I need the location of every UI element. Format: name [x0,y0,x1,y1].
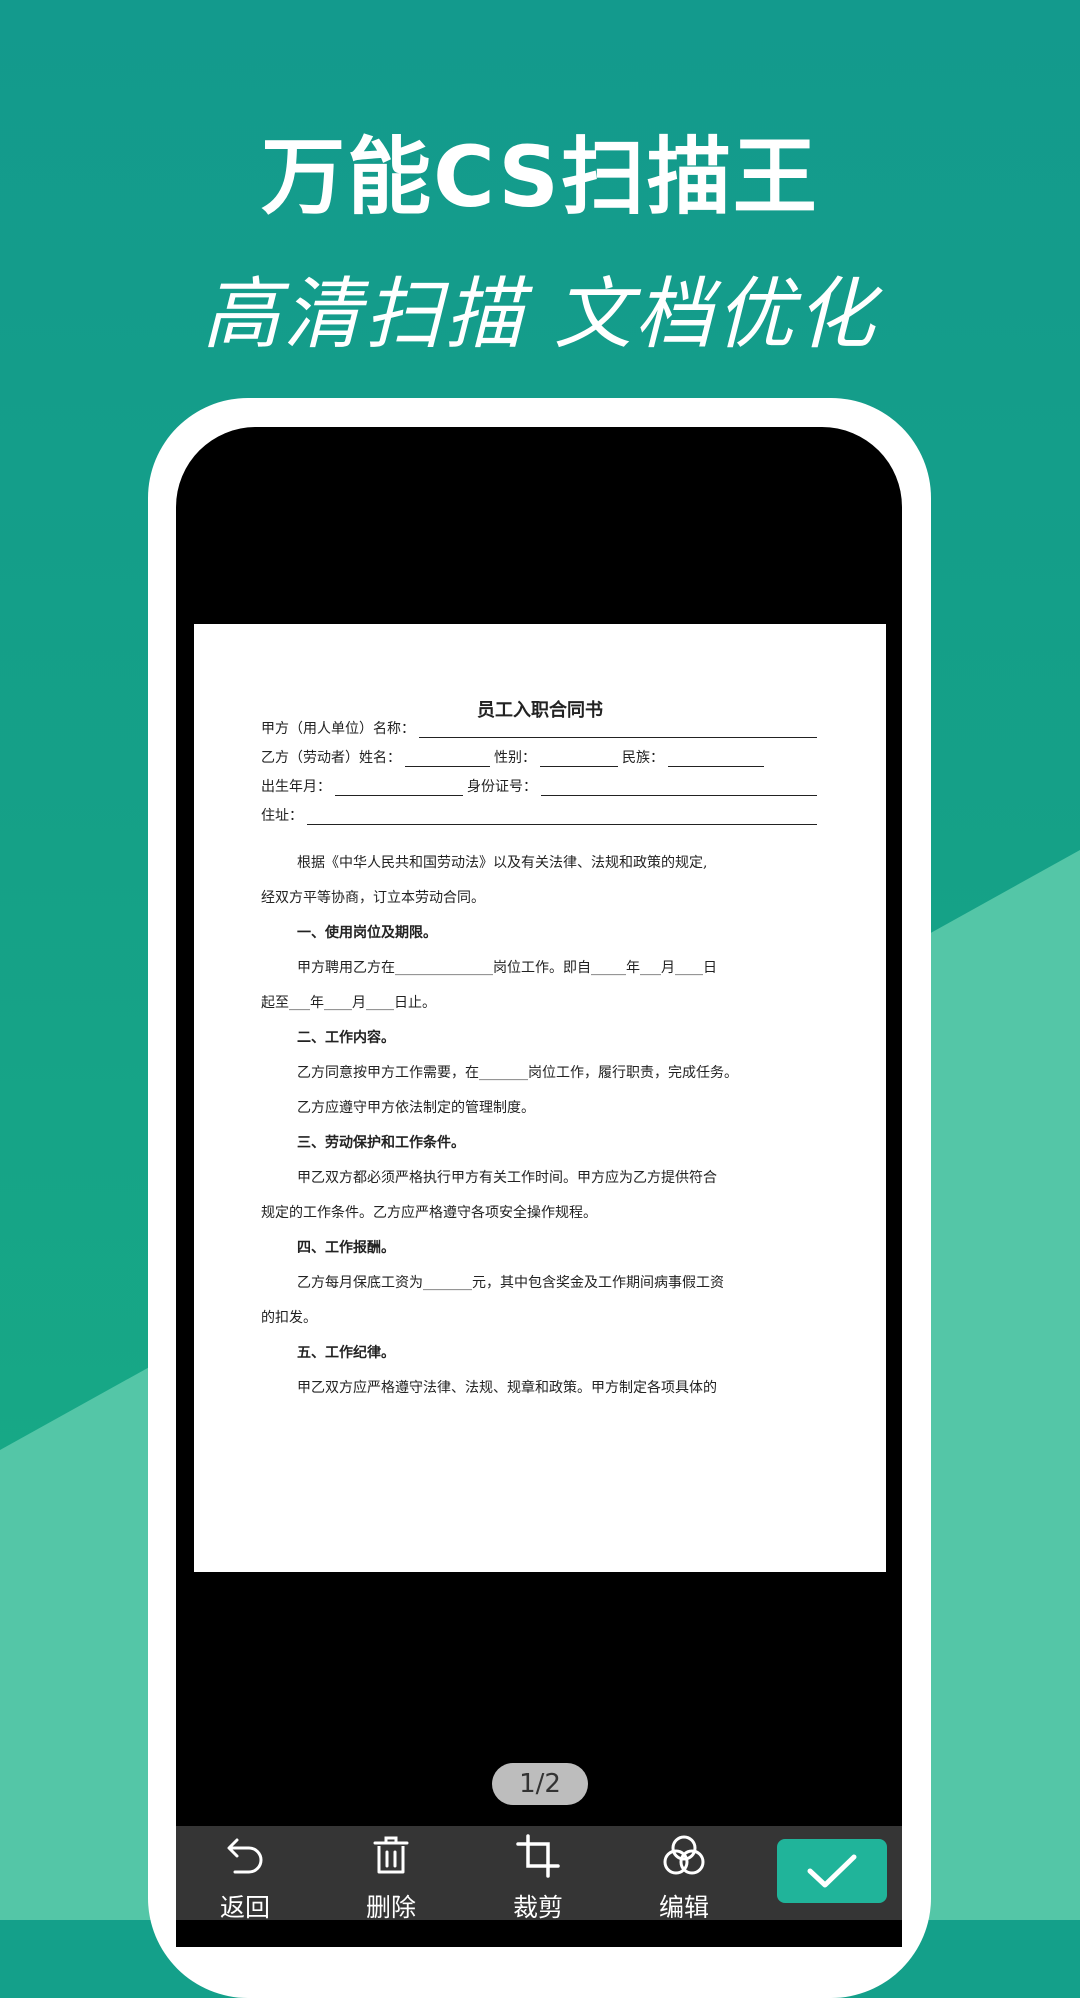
blank-line [540,750,618,767]
field-label-gender: 性别： [494,750,536,766]
blank-line [405,750,490,767]
checkmark-icon [807,1854,857,1888]
blank-line [335,779,463,796]
field-birth-id: 出生年月： 身份证号： [261,774,821,796]
body-line: 经双方平等协商，订立本劳动合同。 [261,890,485,906]
trash-icon [373,1836,409,1874]
promo-subtitle: 高清扫描 文档优化 [202,270,878,360]
body-line: 根据《中华人民共和国劳动法》以及有关法律、法规和政策的规定, [297,855,708,871]
scanned-document: 员工入职合同书 甲方（用人单位）名称： 乙方（劳动者）姓名： 性别： 民族： 出… [194,624,886,1572]
filter-circles-icon [663,1835,705,1875]
crop-button[interactable]: 裁剪 [483,1826,593,1922]
blank-line [419,721,817,738]
blank-line [668,750,764,767]
field-label-party-a: 甲方（用人单位）名称： [261,721,415,737]
back-label: 返回 [219,1893,270,1922]
promo-title: 万能CS扫描王 [261,128,819,226]
crop-label: 裁剪 [512,1893,563,1922]
delete-label: 删除 [365,1893,416,1922]
undo-arrow-icon [227,1838,263,1874]
section-heading: 一、使用岗位及期限。 [297,925,437,941]
section-heading: 四、工作报酬。 [297,1240,395,1256]
field-label-ethnicity: 民族： [622,750,664,766]
field-party-b: 乙方（劳动者）姓名： 性别： 民族： [261,745,821,767]
body-line: 乙方同意按甲方工作需要，在_______岗位工作，履行职责，完成任务。 [297,1065,738,1081]
back-button[interactable]: 返回 [190,1826,300,1922]
section-heading: 三、劳动保护和工作条件。 [297,1135,465,1151]
body-line: 甲乙双方都必须严格执行甲方有关工作时间。甲方应为乙方提供符合 [297,1170,717,1186]
delete-button[interactable]: 删除 [336,1826,446,1922]
body-line: 乙方应遵守甲方依法制定的管理制度。 [297,1100,535,1116]
confirm-button[interactable] [777,1839,887,1903]
field-label-birth: 出生年月： [261,779,331,795]
section-heading: 二、工作内容。 [297,1030,395,1046]
crop-icon [516,1834,560,1878]
field-label-party-b-name: 乙方（劳动者）姓名： [261,750,401,766]
contract-body: 根据《中华人民共和国劳动法》以及有关法律、法规和政策的规定, 经双方平等协商，订… [261,846,821,1406]
edit-button[interactable]: 编辑 [629,1826,739,1922]
field-address: 住址： [261,803,821,825]
blank-line [541,779,817,796]
section-heading: 五、工作纪律。 [297,1345,395,1361]
field-label-id: 身份证号： [467,779,537,795]
blank-line [307,808,817,825]
body-line: 的扣发。 [261,1310,317,1326]
edit-label: 编辑 [658,1893,709,1922]
page-indicator: 1/2 [492,1763,588,1805]
body-line: 甲方聘用乙方在______________岗位工作。即自_____年___月__… [297,960,717,976]
body-line: 甲乙双方应严格遵守法律、法规、规章和政策。甲方制定各项具体的 [297,1380,717,1396]
field-party-a: 甲方（用人单位）名称： [261,716,821,738]
body-line: 起至___年____月____日止。 [261,995,436,1011]
field-label-address: 住址： [261,808,303,824]
body-line: 乙方每月保底工资为_______元，其中包含奖金及工作期间病事假工资 [297,1275,724,1291]
body-line: 规定的工作条件。乙方应严格遵守各项安全操作规程。 [261,1205,597,1221]
